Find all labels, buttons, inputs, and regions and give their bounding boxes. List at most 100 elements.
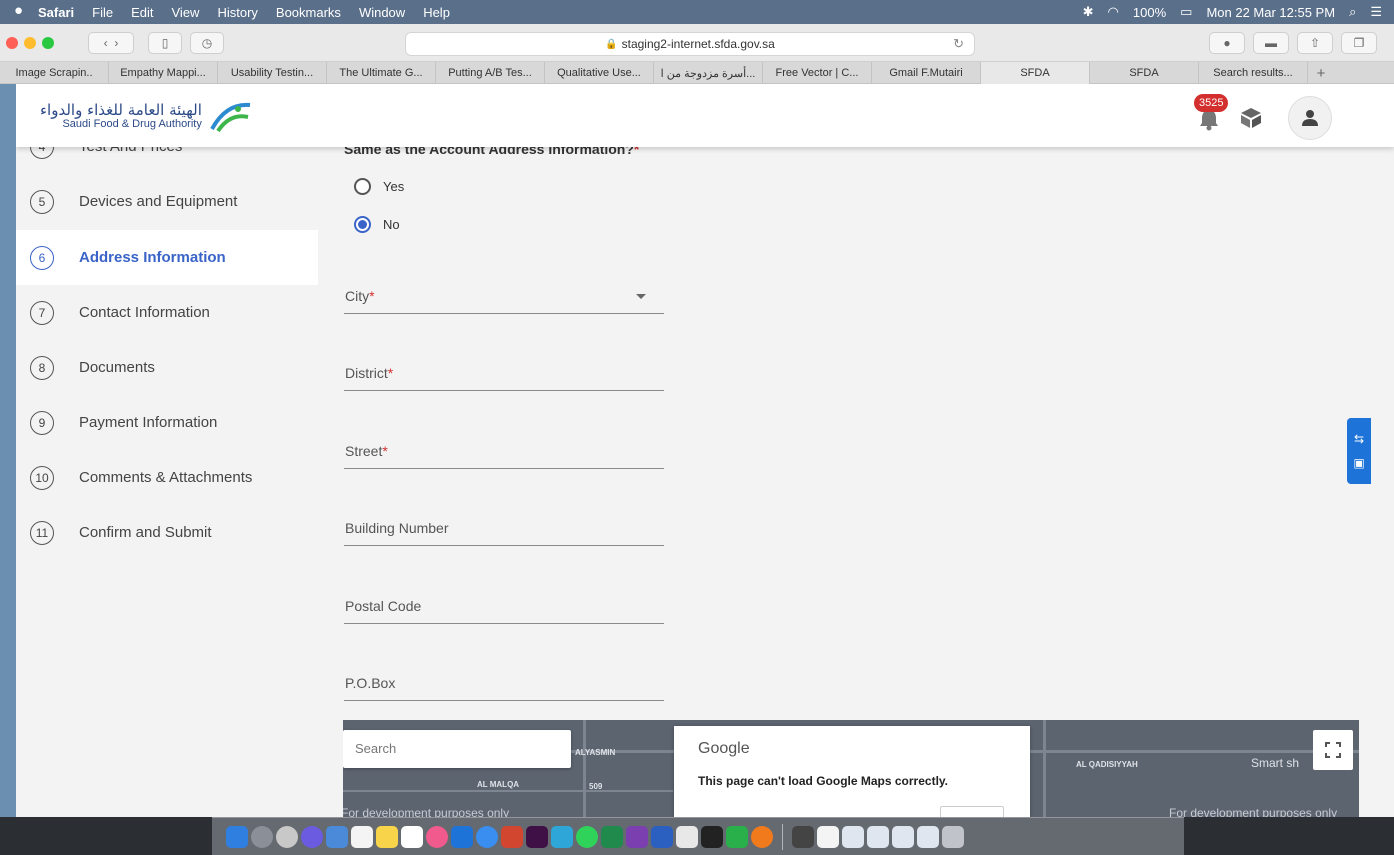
po-box-field[interactable]: P.O.Box bbox=[344, 669, 664, 701]
radio-no-option[interactable]: No bbox=[354, 216, 400, 233]
chevron-right-icon[interactable]: › bbox=[114, 36, 118, 50]
reminders-icon[interactable] bbox=[351, 825, 373, 848]
menu-view[interactable]: View bbox=[172, 5, 200, 20]
browser-tab[interactable]: Empathy Mappi... bbox=[109, 62, 218, 84]
zoom-window-button[interactable] bbox=[42, 37, 54, 49]
music-icon[interactable] bbox=[426, 825, 448, 848]
address-bar[interactable]: 🔒 staging2-internet.sfda.gov.sa ↻ bbox=[405, 32, 975, 56]
radio-yes-option[interactable]: Yes bbox=[354, 178, 404, 195]
battery-icon[interactable]: ▭ bbox=[1180, 4, 1192, 20]
minimized-window-icon[interactable] bbox=[842, 825, 864, 848]
browser-tab[interactable]: Search results... bbox=[1199, 62, 1308, 84]
building-number-field[interactable]: Building Number bbox=[344, 514, 664, 546]
postal-code-field[interactable]: Postal Code bbox=[344, 592, 664, 624]
map-dialog-ok-button[interactable] bbox=[940, 806, 1004, 817]
new-tab-button[interactable]: + bbox=[1308, 62, 1334, 84]
browser-tab-active[interactable]: SFDA bbox=[981, 62, 1090, 84]
map-label-almalqa: AL MALQA bbox=[477, 780, 520, 789]
minimized-window-icon[interactable] bbox=[817, 825, 839, 848]
word-icon[interactable] bbox=[651, 825, 673, 848]
print-button[interactable]: ▬ bbox=[1253, 32, 1289, 54]
minimized-window-icon[interactable] bbox=[867, 825, 889, 848]
siri-icon[interactable] bbox=[301, 825, 323, 848]
menu-app-name[interactable]: Safari bbox=[38, 5, 74, 20]
menu-help[interactable]: Help bbox=[423, 5, 450, 20]
control-center-icon[interactable]: ☰ bbox=[1370, 4, 1382, 20]
share-button[interactable]: ⇧ bbox=[1297, 32, 1333, 54]
excel-icon[interactable] bbox=[601, 825, 623, 848]
close-window-button[interactable] bbox=[6, 37, 18, 49]
launchpad-icon[interactable] bbox=[251, 825, 273, 848]
adobe-xd-icon[interactable] bbox=[526, 825, 548, 848]
accessibility-icon[interactable]: ⇆ bbox=[1354, 432, 1364, 446]
bluetooth-icon[interactable]: ✱ bbox=[1083, 4, 1094, 20]
step-address-information[interactable]: 6 Address Information bbox=[16, 230, 318, 285]
wifi-icon[interactable]: ◠ bbox=[1108, 4, 1119, 20]
radio-no[interactable] bbox=[354, 216, 371, 233]
finder-icon[interactable] bbox=[226, 825, 248, 848]
sfda-logo[interactable]: الهيئة العامة للغذاء والدواء Saudi Food … bbox=[40, 98, 254, 134]
browser-tab[interactable]: Usability Testin... bbox=[218, 62, 327, 84]
browser-tab[interactable]: أسرة مزدوجة من ا... bbox=[654, 62, 763, 84]
battery-percent[interactable]: 100% bbox=[1133, 5, 1166, 20]
browser-tab[interactable]: Free Vector | C... bbox=[763, 62, 872, 84]
browser-tab[interactable]: Gmail F.Mutairi bbox=[872, 62, 981, 84]
step-payment-information[interactable]: 9 Payment Information bbox=[16, 395, 318, 450]
menu-edit[interactable]: Edit bbox=[131, 5, 153, 20]
notes-icon[interactable] bbox=[376, 825, 398, 848]
whatsapp-icon[interactable] bbox=[576, 825, 598, 848]
menu-file[interactable]: File bbox=[92, 5, 113, 20]
map-fullscreen-button[interactable] bbox=[1313, 730, 1353, 770]
safari-icon[interactable] bbox=[476, 825, 498, 848]
chat-bot-icon[interactable]: ▣ bbox=[1353, 456, 1364, 470]
history-button[interactable]: ◷ bbox=[190, 32, 224, 54]
browser-tab[interactable]: SFDA bbox=[1090, 62, 1199, 84]
downloads-button[interactable]: ● bbox=[1209, 32, 1245, 54]
pycharm-icon[interactable] bbox=[726, 825, 748, 848]
minimized-window-icon[interactable] bbox=[917, 825, 939, 848]
tabs-overview-button[interactable]: ❐ bbox=[1341, 32, 1377, 54]
apple-icon[interactable]: ● bbox=[14, 2, 23, 19]
sidebar-toggle-button[interactable]: ▯ bbox=[148, 32, 182, 54]
radio-yes[interactable] bbox=[354, 178, 371, 195]
minimize-window-button[interactable] bbox=[24, 37, 36, 49]
datetime[interactable]: Mon 22 Mar 12:55 PM bbox=[1206, 5, 1335, 20]
step-contact-information[interactable]: 7 Contact Information bbox=[16, 285, 318, 340]
district-field[interactable]: District* bbox=[344, 359, 664, 391]
terminal-icon[interactable] bbox=[701, 825, 723, 848]
floating-support-widget[interactable]: ⇆ ▣ bbox=[1347, 418, 1371, 484]
city-select[interactable]: City* bbox=[344, 282, 664, 314]
user-avatar-button[interactable] bbox=[1288, 96, 1332, 140]
outlook-icon[interactable] bbox=[451, 825, 473, 848]
package-icon[interactable] bbox=[1238, 106, 1264, 130]
calendar-icon[interactable] bbox=[401, 825, 423, 848]
step-documents[interactable]: 8 Documents bbox=[16, 340, 318, 395]
menu-bookmarks[interactable]: Bookmarks bbox=[276, 5, 341, 20]
google-map[interactable]: ALYASMIN AL MALQA 509 AL QADISIYYAH Smar… bbox=[343, 720, 1359, 817]
menu-window[interactable]: Window bbox=[359, 5, 405, 20]
trash-icon[interactable] bbox=[942, 825, 964, 848]
system-preferences-icon[interactable] bbox=[276, 825, 298, 848]
menu-history[interactable]: History bbox=[217, 5, 257, 20]
back-forward-buttons[interactable]: ‹ › bbox=[88, 32, 134, 54]
spotlight-icon[interactable]: ⌕ bbox=[1349, 4, 1356, 20]
browser-tab[interactable]: Qualitative Use... bbox=[545, 62, 654, 84]
reload-icon[interactable]: ↻ bbox=[953, 36, 964, 52]
step-confirm-and-submit[interactable]: 11 Confirm and Submit bbox=[16, 505, 318, 560]
street-field[interactable]: Street* bbox=[344, 437, 664, 469]
chevron-left-icon[interactable]: ‹ bbox=[104, 36, 108, 50]
minimized-window-icon[interactable] bbox=[892, 825, 914, 848]
step-comments-attachments[interactable]: 10 Comments & Attachments bbox=[16, 450, 318, 505]
firefox-icon[interactable] bbox=[751, 825, 773, 848]
onenote-icon[interactable] bbox=[626, 825, 648, 848]
powerpoint-icon[interactable] bbox=[501, 825, 523, 848]
minimized-window-icon[interactable] bbox=[792, 825, 814, 848]
textedit-icon[interactable] bbox=[676, 825, 698, 848]
preview-icon[interactable] bbox=[326, 825, 348, 848]
browser-tab[interactable]: The Ultimate G... bbox=[327, 62, 436, 84]
step-devices-and-equipment[interactable]: 5 Devices and Equipment bbox=[16, 174, 318, 229]
browser-tab[interactable]: Image Scrapin.. bbox=[0, 62, 109, 84]
map-search-input[interactable]: Search bbox=[343, 730, 571, 768]
browser-tab[interactable]: Putting A/B Tes... bbox=[436, 62, 545, 84]
drive-icon[interactable] bbox=[551, 825, 573, 848]
